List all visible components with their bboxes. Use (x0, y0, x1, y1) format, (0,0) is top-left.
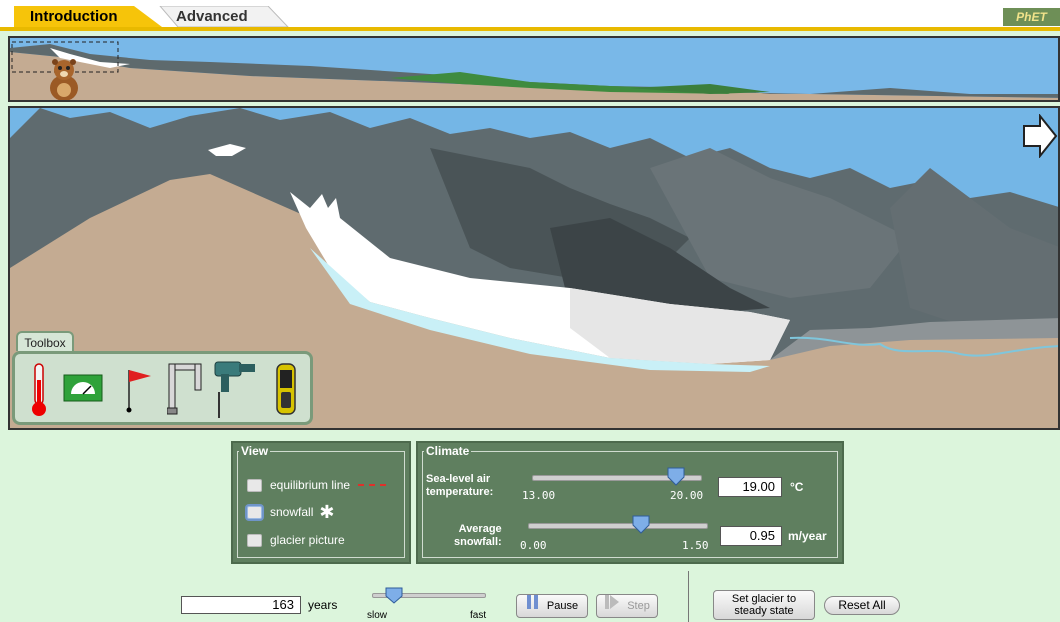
temperature-label-line1: Sea-level air (426, 473, 491, 485)
snowfall-slider-thumb[interactable] (632, 515, 650, 535)
snowfall-label: snowfall (270, 505, 314, 519)
temperature-max-label: 20.00 (670, 489, 704, 502)
climate-panel-title: Climate (424, 444, 472, 458)
snowfall-value-field[interactable]: 0.95 (720, 526, 782, 546)
steady-state-button[interactable]: Set glacier to steady state (713, 590, 815, 620)
temperature-slider-thumb[interactable] (667, 467, 685, 487)
equilibrium-line-label: equilibrium line (270, 478, 351, 492)
steady-state-label-line1: Set glacier to (731, 593, 797, 605)
temperature-value-field[interactable]: 19.00 (718, 477, 782, 497)
temperature-label: Sea-level air temperature: (426, 473, 493, 499)
pause-button-label: Pause (546, 600, 579, 612)
tab-introduction[interactable]: Introduction (14, 6, 164, 27)
snowfall-checkbox[interactable] (247, 505, 262, 519)
step-button-label: Step (627, 600, 650, 612)
controls-divider (688, 571, 689, 622)
pause-icon (526, 595, 540, 617)
snowfall-unit: m/year (788, 529, 827, 543)
toolbox (12, 351, 313, 425)
equilibrium-line-checkbox[interactable] (247, 478, 262, 492)
borehole-drill-icon[interactable] (211, 356, 259, 420)
pause-button[interactable]: Pause (516, 594, 588, 618)
glacier-picture-checkbox[interactable] (247, 533, 262, 547)
snowfall-slider-track[interactable] (528, 523, 708, 529)
view-panel: View equilibrium line snowfall ✱ glacier… (231, 441, 411, 564)
temperature-min-label: 13.00 (522, 489, 556, 502)
tab-advanced[interactable]: Advanced (150, 6, 290, 27)
glacier-picture-option[interactable]: glacier picture (247, 531, 345, 549)
tab-underline (0, 27, 1060, 31)
step-button[interactable]: Step (596, 594, 658, 618)
tab-bar: Introduction Advanced PhET (0, 0, 1060, 30)
speed-slider-thumb[interactable] (385, 587, 403, 605)
snowfall-option[interactable]: snowfall ✱ (247, 503, 334, 521)
gps-receiver-icon[interactable] (273, 362, 299, 418)
step-icon (604, 595, 620, 617)
reset-all-button[interactable]: Reset All (824, 596, 900, 615)
temperature-unit: °C (790, 480, 804, 494)
flag-icon[interactable] (123, 368, 153, 414)
tab-introduction-label: Introduction (30, 8, 118, 25)
overview-landscape (10, 41, 1058, 100)
snowfall-amount-label: Average snowfall: (454, 523, 502, 549)
speed-fast-label: fast (470, 610, 487, 621)
elapsed-years-field: 163 (181, 596, 301, 614)
steady-state-label-line2: steady state (734, 605, 794, 617)
snowfall-label-line2: snowfall: (454, 536, 502, 548)
thermometer-icon[interactable] (29, 362, 49, 418)
snowflake-icon: ✱ (319, 502, 335, 522)
phet-logo: PhET (1003, 8, 1060, 26)
beaver-icon[interactable] (46, 58, 82, 102)
glacier-picture-label: glacier picture (270, 533, 345, 547)
tab-advanced-label: Advanced (176, 8, 248, 25)
glacial-budget-meter-icon[interactable] (63, 374, 103, 404)
speed-slow-label: slow (367, 610, 388, 621)
temperature-label-line2: temperature: (426, 486, 494, 498)
snowfall-max-label: 1.50 (682, 539, 709, 552)
toolbox-label: Toolbox (16, 331, 74, 351)
snowfall-min-label: 0.00 (520, 539, 547, 552)
ice-thickness-tool-icon[interactable] (167, 362, 203, 418)
equilibrium-line-legend-icon (358, 484, 387, 486)
equilibrium-line-option[interactable]: equilibrium line (247, 476, 387, 494)
years-label: years (308, 598, 338, 612)
view-panel-title: View (239, 444, 271, 458)
climate-panel: Climate Sea-level air temperature: 13.00… (416, 441, 844, 564)
snowfall-label-line1: Average (458, 523, 502, 535)
overview-map[interactable] (8, 36, 1060, 102)
scroll-right-arrow-icon[interactable] (1022, 114, 1058, 158)
